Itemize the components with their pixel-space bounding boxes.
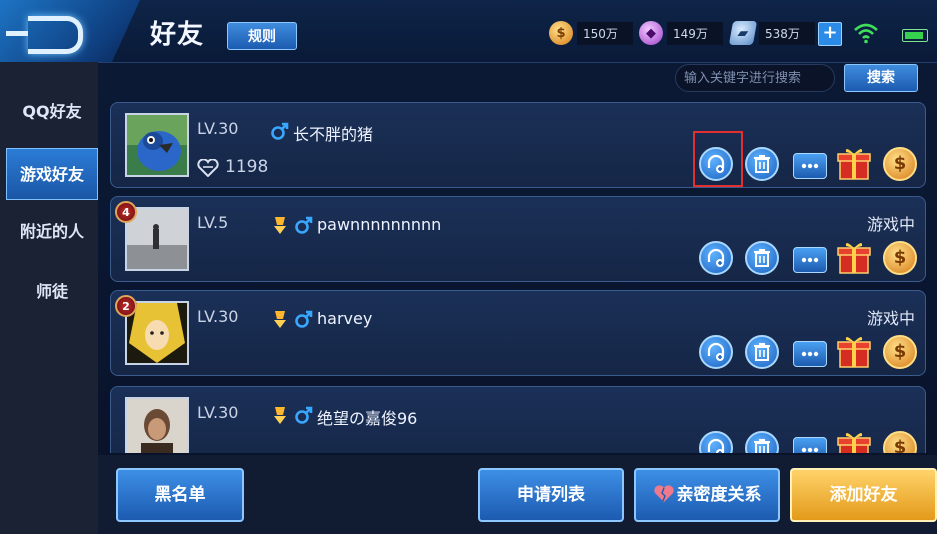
top-bar: 好友 规则 $ 150万 ◆ 149万 ▰ 538万 + <box>0 0 937 63</box>
trash-icon <box>754 249 770 267</box>
voucher-value: 538万 <box>759 21 815 45</box>
friend-row: LV.30 长不胖的猪 1198 $ <box>110 102 926 188</box>
chat-button[interactable] <box>793 247 827 273</box>
page-title: 好友 <box>150 20 205 50</box>
voucher-balance: ▰ 538万 <box>728 20 815 46</box>
send-gift-button[interactable] <box>837 239 871 275</box>
diamond-balance: ◆ 149万 <box>639 20 723 46</box>
add-friend-button[interactable]: 添加好友 <box>790 468 937 522</box>
diamond-icon: ◆ <box>639 21 663 45</box>
invite-voice-button[interactable] <box>699 241 733 275</box>
friend-level: LV.30 <box>197 403 239 422</box>
diamond-value: 149万 <box>667 21 723 45</box>
send-coin-button[interactable]: $ <box>883 335 917 369</box>
send-gift-button[interactable] <box>837 333 871 369</box>
send-gift-button[interactable] <box>837 429 871 453</box>
male-gender-icon <box>295 406 313 424</box>
trash-icon <box>754 439 770 453</box>
friend-row: 2 LV.30 harvey 游戏中 $ <box>110 290 926 376</box>
friend-avatar[interactable] <box>125 397 189 453</box>
friend-name: pawnnnnnnnnn <box>317 215 442 234</box>
search-input[interactable]: 输入关键字进行搜索 <box>675 64 835 92</box>
rules-button[interactable]: 规则 <box>227 22 297 50</box>
broken-heart-icon <box>653 485 674 502</box>
trash-icon <box>754 155 770 173</box>
blacklist-button[interactable]: 黑名单 <box>116 468 244 522</box>
sidebar-item-nearby[interactable]: 附近的人 <box>6 206 98 258</box>
sidebar-item-mentor[interactable]: 师徒 <box>6 266 98 318</box>
back-button[interactable] <box>0 0 140 62</box>
delete-friend-button[interactable] <box>745 335 779 369</box>
invite-voice-button[interactable] <box>699 335 733 369</box>
chat-bubble-icon <box>801 351 819 357</box>
intimacy-button[interactable]: 亲密度关系 <box>634 468 780 522</box>
friend-name: 绝望の嘉俊96 <box>317 409 418 428</box>
delete-friend-button[interactable] <box>745 241 779 275</box>
intimacy-count: 1198 <box>225 157 269 177</box>
delete-friend-button[interactable] <box>745 147 779 181</box>
recharge-plus-button[interactable]: + <box>818 22 842 46</box>
highlight-box <box>693 131 743 187</box>
headset-add-icon <box>707 342 725 361</box>
heart-icon <box>197 159 219 177</box>
headset-add-icon <box>707 438 725 453</box>
battery-icon <box>902 29 928 42</box>
chat-button[interactable] <box>793 341 827 367</box>
vip-badge-icon <box>274 217 286 234</box>
sidebar-item-qq-friends[interactable]: QQ好友 <box>6 86 98 138</box>
sidebar-item-game-friends[interactable]: 游戏好友 <box>6 148 98 200</box>
friend-level: LV.30 <box>197 119 239 138</box>
chat-button[interactable] <box>793 437 827 453</box>
voucher-icon: ▰ <box>728 21 758 45</box>
wifi-icon <box>854 23 878 44</box>
male-gender-icon <box>271 122 289 140</box>
send-coin-button[interactable]: $ <box>883 147 917 181</box>
friend-avatar[interactable] <box>125 113 189 177</box>
request-list-button[interactable]: 申请列表 <box>478 468 624 522</box>
friend-name: harvey <box>317 309 373 328</box>
headset-add-icon <box>707 248 725 267</box>
trash-icon <box>754 343 770 361</box>
send-coin-button[interactable]: $ <box>883 241 917 275</box>
friend-row: LV.30 绝望の嘉俊96 $ <box>110 386 926 453</box>
coin-value: 150万 <box>577 21 633 45</box>
delete-friend-button[interactable] <box>745 431 779 453</box>
chat-bubble-icon <box>801 447 819 453</box>
friend-list[interactable]: LV.30 长不胖的猪 1198 $ 4 LV.5 pawnnnnnnnnn 游… <box>106 98 928 453</box>
search-button[interactable]: 搜索 <box>844 64 918 92</box>
friend-level: LV.5 <box>197 213 229 232</box>
invite-voice-button[interactable] <box>699 431 733 453</box>
sidebar: QQ好友 游戏好友 附近的人 师徒 <box>0 62 98 534</box>
online-status: 游戏中 <box>866 309 915 328</box>
friend-level: LV.30 <box>197 307 239 326</box>
rank-badge: 4 <box>115 201 137 223</box>
chat-button[interactable] <box>793 153 827 179</box>
vip-badge-icon <box>274 407 286 424</box>
send-coin-button[interactable]: $ <box>883 431 917 453</box>
friend-row: 4 LV.5 pawnnnnnnnnn 游戏中 $ <box>110 196 926 282</box>
online-status: 游戏中 <box>866 215 915 234</box>
intimacy-label: 亲密度关系 <box>676 485 762 505</box>
vip-badge-icon <box>274 311 286 328</box>
male-gender-icon <box>295 216 313 234</box>
send-gift-button[interactable] <box>837 145 871 181</box>
coin-icon: $ <box>549 21 573 45</box>
male-gender-icon <box>295 310 313 328</box>
coin-balance: $ 150万 <box>549 20 633 46</box>
back-logo-icon <box>6 16 83 54</box>
chat-bubble-icon <box>801 257 819 263</box>
friend-name: 长不胖的猪 <box>293 125 374 144</box>
chat-bubble-icon <box>801 163 819 169</box>
rank-badge: 2 <box>115 295 137 317</box>
